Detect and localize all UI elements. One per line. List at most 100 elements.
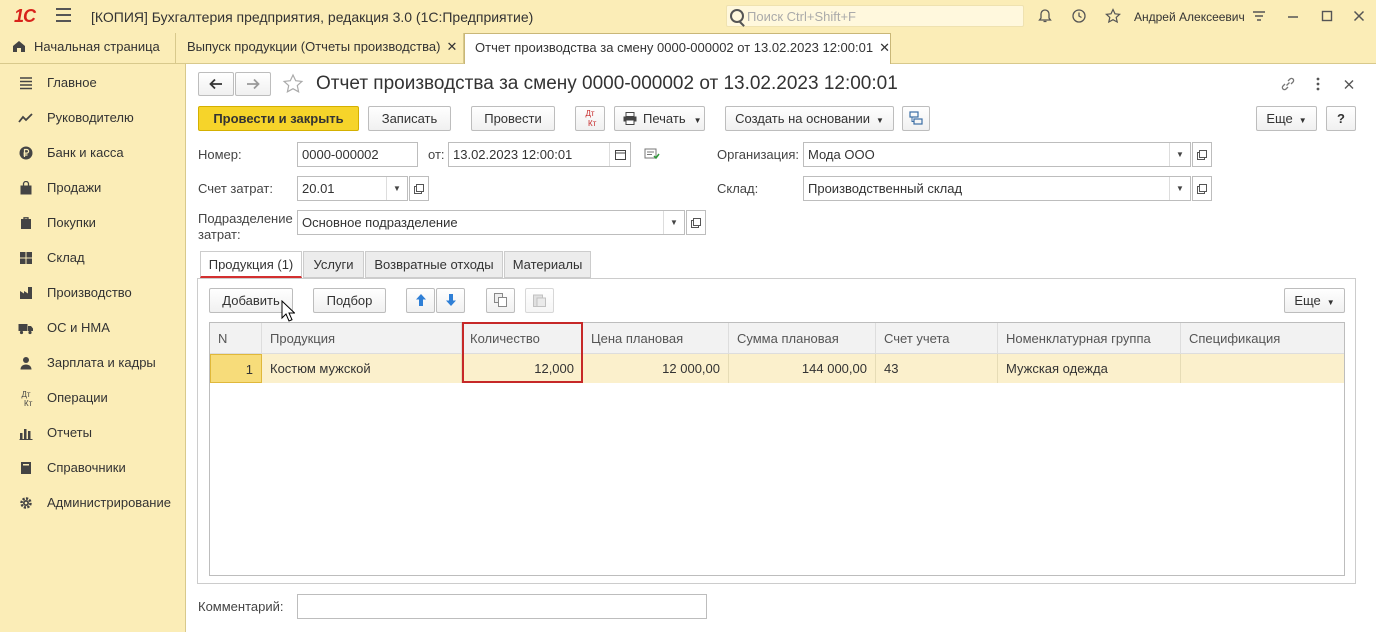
sidebar-item-label: ОС и НМА — [47, 320, 110, 335]
close-form-icon[interactable] — [1342, 76, 1356, 95]
dropdown-arrow-icon[interactable]: ▼ — [1169, 177, 1190, 200]
history-icon[interactable] — [1070, 8, 1088, 26]
close-window-icon[interactable] — [1350, 8, 1368, 26]
sidebar-item-operations[interactable]: Дт Кт Операции — [0, 388, 185, 423]
link-icon[interactable] — [1280, 76, 1296, 95]
open-warehouse-button[interactable] — [1192, 176, 1212, 201]
history-document-icon[interactable] — [644, 147, 660, 164]
move-up-button[interactable] — [406, 288, 435, 313]
sidebar-item-warehouse[interactable]: Склад — [0, 248, 185, 283]
comment-field[interactable] — [297, 594, 707, 619]
column-header-account[interactable]: Счет учета — [876, 323, 998, 354]
cost-account-value: 20.01 — [302, 181, 335, 196]
sidebar-item-label: Справочники — [47, 460, 126, 475]
sidebar-item-manager[interactable]: Руководителю — [0, 108, 185, 143]
column-header-product[interactable]: Продукция — [262, 323, 462, 354]
close-tab-icon[interactable]: ✕ — [446, 39, 457, 54]
number-field[interactable]: 0000-000002 — [297, 142, 418, 167]
list-icon — [18, 73, 34, 93]
cell-product[interactable]: Костюм мужской — [262, 354, 462, 383]
column-header-planned-sum[interactable]: Сумма плановая — [729, 323, 876, 354]
post-button[interactable]: Провести — [471, 106, 555, 131]
date-field[interactable]: 13.02.2023 12:00:01 — [448, 142, 631, 167]
favorite-star-icon[interactable] — [282, 73, 304, 95]
forward-button[interactable] — [235, 72, 271, 96]
help-button[interactable]: ? — [1326, 106, 1356, 131]
star-icon[interactable] — [1104, 8, 1122, 26]
column-header-specification[interactable]: Спецификация — [1181, 323, 1344, 354]
paste-button[interactable] — [525, 288, 554, 313]
dropdown-arrow-icon[interactable]: ▼ — [386, 177, 407, 200]
sidebar-item-bank[interactable]: Банк и касса — [0, 143, 185, 178]
column-header-n[interactable]: N — [210, 323, 262, 354]
sidebar-item-fixed-assets[interactable]: ОС и НМА — [0, 318, 185, 353]
sidebar-item-label: Отчеты — [47, 425, 92, 440]
dtkt-button[interactable]: Дт Кт — [575, 106, 605, 131]
minimize-icon[interactable] — [1284, 8, 1302, 26]
create-based-on-button[interactable]: Создать на основании ▼ — [725, 106, 894, 131]
trend-icon — [18, 108, 34, 128]
search-input[interactable]: Поиск Ctrl+Shift+F — [726, 5, 1024, 27]
sidebar-item-label: Администрирование — [47, 495, 171, 510]
sidebar-item-reports[interactable]: Отчеты — [0, 423, 185, 458]
sidebar-item-main[interactable]: Главное — [0, 73, 185, 108]
copy-button[interactable] — [486, 288, 515, 313]
move-down-button[interactable] — [436, 288, 465, 313]
tab-shift-report[interactable]: Отчет производства за смену 0000-000002 … — [464, 33, 891, 64]
create-based-on-label: Создать на основании — [735, 111, 870, 126]
organization-value: Мода ООО — [808, 147, 875, 162]
sidebar-item-salary[interactable]: Зарплата и кадры — [0, 353, 185, 388]
table-more-label: Еще — [1294, 293, 1321, 308]
arrow-down-icon — [445, 294, 456, 306]
save-button[interactable]: Записать — [368, 106, 451, 131]
column-header-planned-price[interactable]: Цена плановая — [583, 323, 729, 354]
sidebar-item-purchases[interactable]: Покупки — [0, 213, 185, 248]
bell-icon[interactable] — [1036, 8, 1054, 26]
open-department-button[interactable] — [686, 210, 706, 235]
sidebar-item-catalogs[interactable]: Справочники — [0, 458, 185, 493]
sidebar-item-label: Операции — [47, 390, 108, 405]
cell-specification[interactable] — [1181, 354, 1344, 383]
tab-services[interactable]: Услуги — [303, 251, 364, 278]
cell-nomenclature-group[interactable]: Мужская одежда — [998, 354, 1181, 383]
tab-home[interactable]: Начальная страница — [0, 33, 176, 63]
tab-materials[interactable]: Материалы — [504, 251, 591, 278]
table-more-button[interactable]: Еще ▼ — [1284, 288, 1345, 313]
maximize-icon[interactable] — [1318, 8, 1336, 26]
dropdown-arrow-icon[interactable]: ▼ — [1169, 143, 1190, 166]
tab-returnable-waste[interactable]: Возвратные отходы — [365, 251, 503, 278]
back-button[interactable] — [198, 72, 234, 96]
sidebar-item-production[interactable]: Производство — [0, 283, 185, 318]
cell-planned-sum[interactable]: 144 000,00 — [729, 354, 876, 383]
open-organization-button[interactable] — [1192, 142, 1212, 167]
open-cost-account-button[interactable] — [409, 176, 429, 201]
dropdown-arrow-icon[interactable]: ▼ — [663, 211, 684, 234]
calendar-icon[interactable] — [609, 143, 630, 166]
menu-icon[interactable] — [56, 8, 71, 22]
cell-n[interactable]: 1 — [210, 354, 262, 383]
cell-account[interactable]: 43 — [876, 354, 998, 383]
more-button[interactable]: Еще ▼ — [1256, 106, 1317, 131]
structure-button[interactable] — [902, 106, 930, 131]
print-button[interactable]: Печать ▼ — [614, 106, 705, 131]
post-and-close-button[interactable]: Провести и закрыть — [198, 106, 359, 131]
column-header-nomenclature-group[interactable]: Номенклатурная группа — [998, 323, 1181, 354]
pick-button[interactable]: Подбор — [313, 288, 386, 313]
organization-field[interactable]: Мода ООО ▼ — [803, 142, 1191, 167]
tab-production-release[interactable]: Выпуск продукции (Отчеты производства) ✕ — [176, 33, 464, 63]
more-vertical-icon[interactable] — [1312, 76, 1324, 95]
1c-logo: 1С — [14, 6, 36, 26]
close-tab-icon[interactable]: ✕ — [879, 40, 890, 55]
open-icon — [414, 184, 424, 194]
dropdown-arrow-icon: ▼ — [693, 116, 702, 125]
sidebar-item-admin[interactable]: Администрирование — [0, 493, 185, 528]
cell-planned-price[interactable]: 12 000,00 — [583, 354, 729, 383]
arrow-left-icon — [209, 78, 222, 90]
sidebar-item-sales[interactable]: Продажи — [0, 178, 185, 213]
tab-products[interactable]: Продукция (1) — [200, 251, 302, 278]
warehouse-field[interactable]: Производственный склад ▼ — [803, 176, 1191, 201]
user-name[interactable]: Андрей Алексеевич — [1134, 10, 1245, 24]
cost-account-field[interactable]: 20.01 ▼ — [297, 176, 408, 201]
settings-lines-icon[interactable] — [1250, 8, 1268, 26]
department-field[interactable]: Основное подразделение ▼ — [297, 210, 685, 235]
